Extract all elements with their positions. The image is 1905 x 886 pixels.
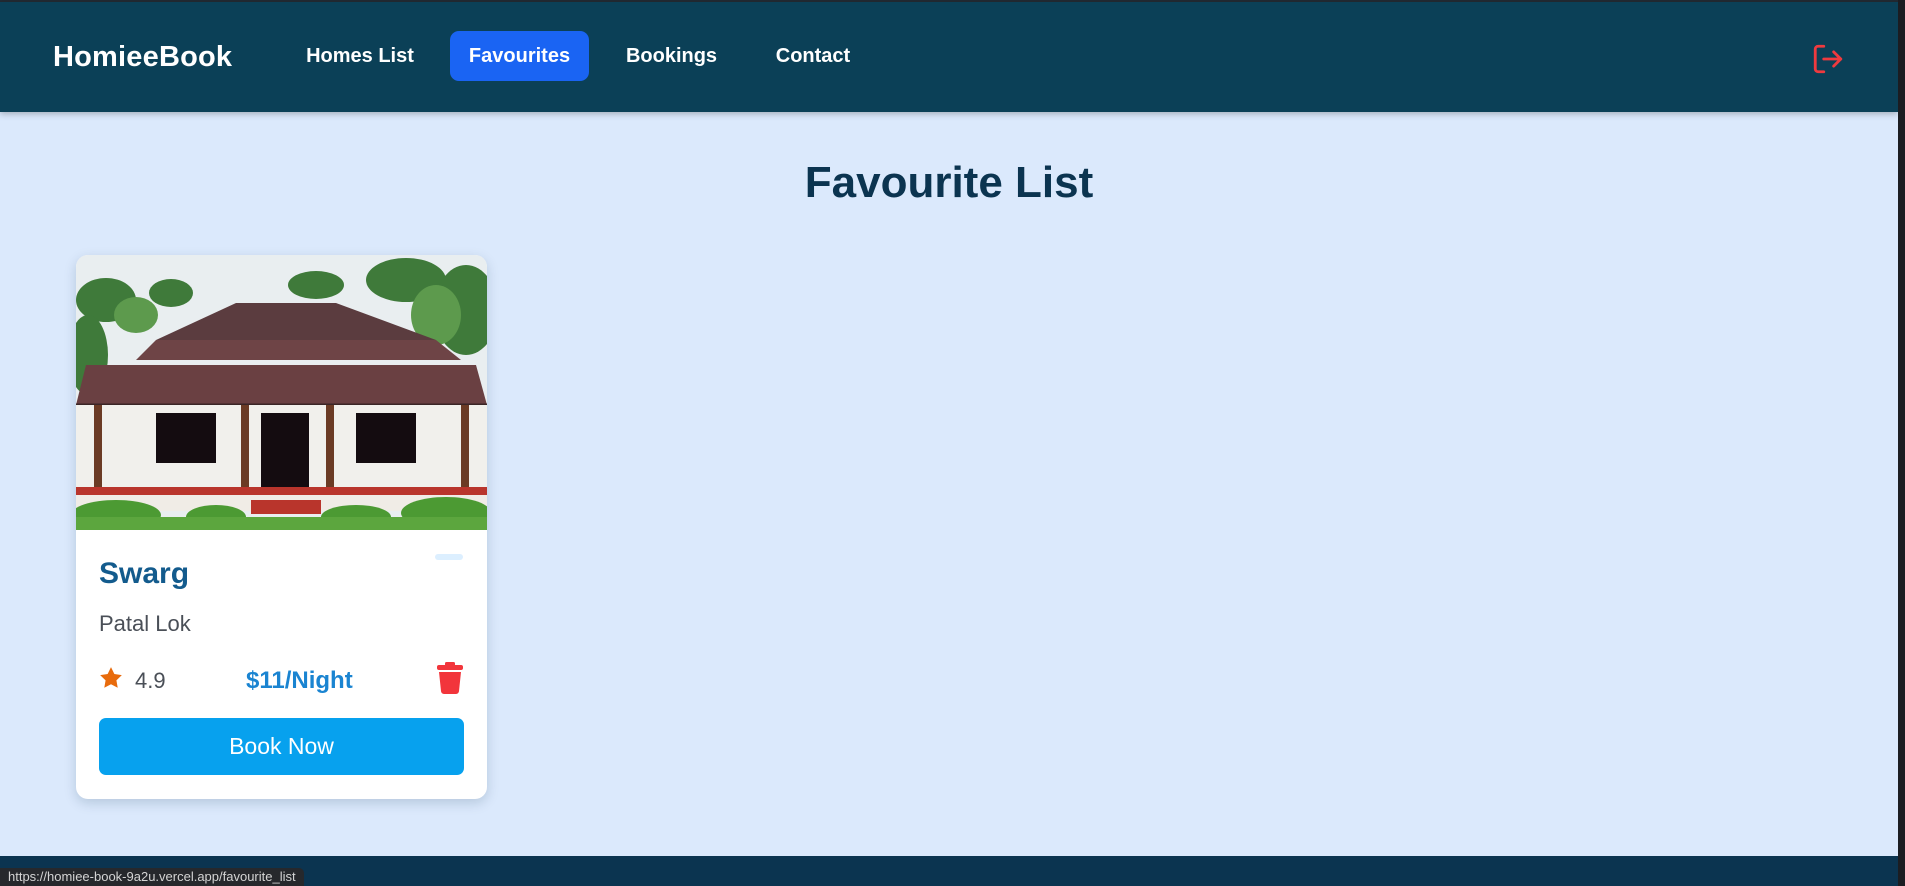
- trash-icon[interactable]: [437, 662, 463, 694]
- favourite-marker: [435, 554, 463, 560]
- home-price: $11/Night: [246, 667, 353, 694]
- nav-favourites[interactable]: Favourites: [450, 31, 589, 81]
- favourite-home-card: Swarg Patal Lok 4.9 $11/Night Book Now: [76, 255, 487, 799]
- home-rating: 4.9: [135, 668, 166, 693]
- nav-homes-list[interactable]: Homes List: [295, 31, 425, 81]
- status-bar-url: https://homiee-book-9a2u.vercel.app/favo…: [0, 868, 304, 886]
- nav-bookings[interactable]: Bookings: [614, 31, 729, 81]
- star-icon: [100, 667, 122, 688]
- book-now-button[interactable]: Book Now: [99, 718, 464, 775]
- browser-viewport: HomieeBook Homes List Favourites Booking…: [0, 0, 1898, 886]
- page-title: Favourite List: [804, 158, 1094, 207]
- home-location: Patal Lok: [99, 611, 191, 636]
- house-photo: [76, 255, 487, 530]
- window-scrollbar[interactable]: [1898, 0, 1905, 886]
- navbar: HomieeBook Homes List Favourites Booking…: [0, 2, 1898, 112]
- brand-logo[interactable]: HomieeBook: [53, 41, 232, 74]
- nav-contact[interactable]: Contact: [767, 31, 859, 81]
- logout-icon[interactable]: [1811, 42, 1845, 76]
- home-name: Swarg: [99, 557, 190, 590]
